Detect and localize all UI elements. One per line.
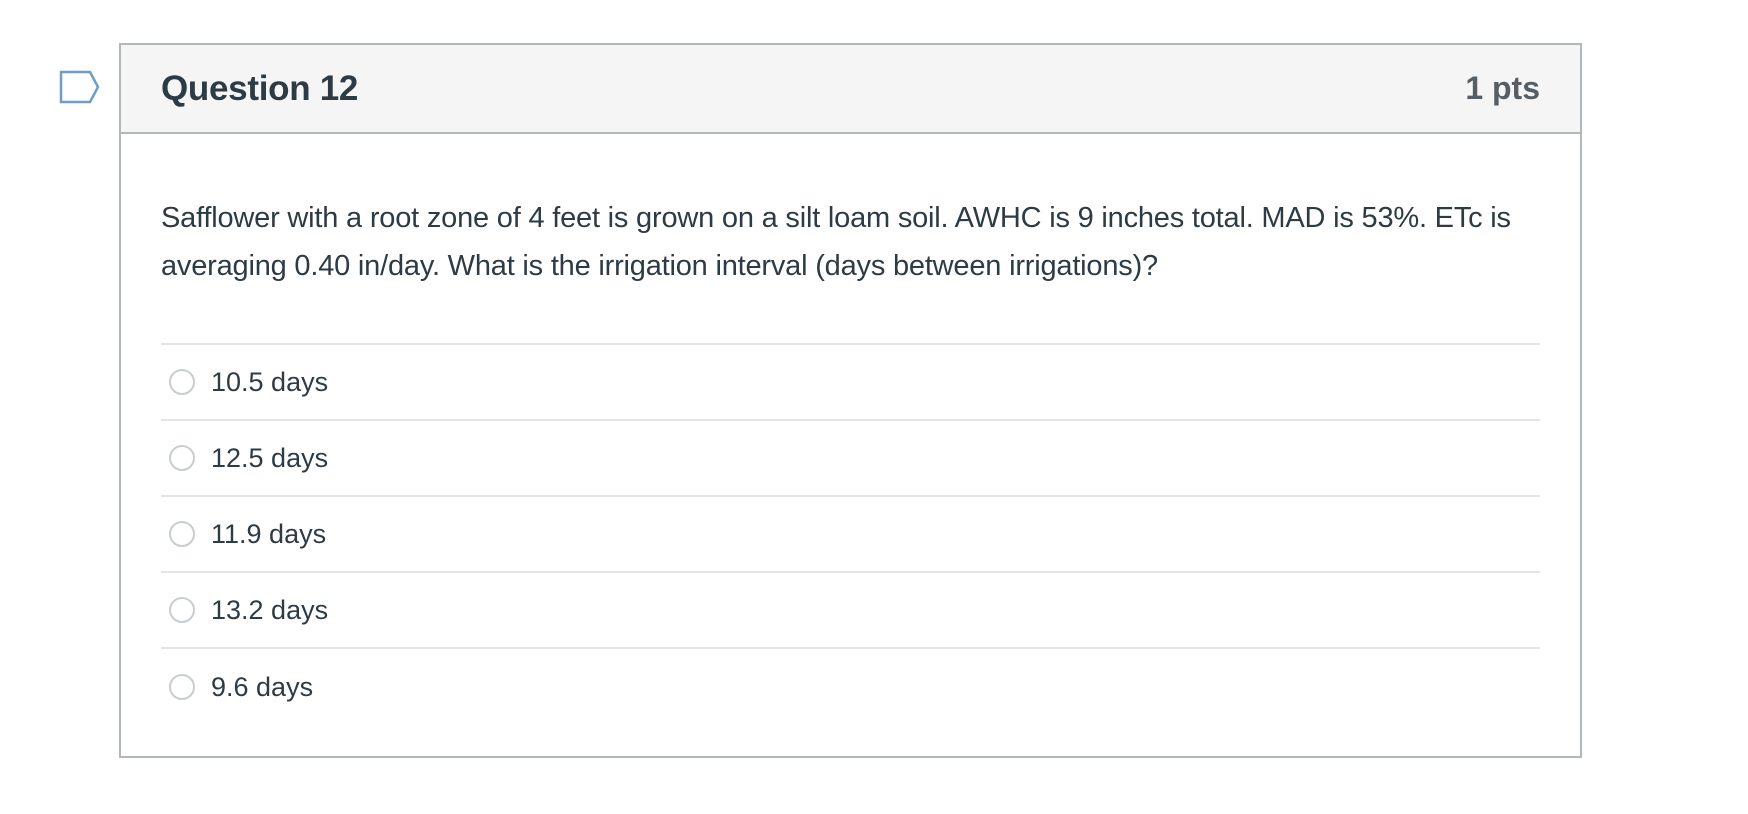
answer-label: 13.2 days [211, 594, 329, 625]
radio-button[interactable] [169, 369, 195, 395]
question-text: Safflower with a root zone of 4 feet is … [161, 202, 1511, 282]
question-title: Question 12 [161, 68, 359, 108]
answer-option[interactable]: 10.5 days [161, 345, 1540, 421]
answer-option[interactable]: 11.9 days [161, 497, 1540, 573]
answer-option[interactable]: 12.5 days [161, 421, 1540, 497]
radio-button[interactable] [169, 597, 195, 623]
answer-label: 10.5 days [211, 366, 329, 397]
question-body: Safflower with a root zone of 4 feet is … [121, 134, 1580, 725]
radio-button[interactable] [169, 674, 195, 700]
question-points: 1 pts [1465, 70, 1540, 106]
answer-list: 10.5 days 12.5 days 11.9 days 13.2 days … [161, 343, 1540, 725]
question-card: Question 12 1 pts Safflower with a root … [119, 43, 1582, 758]
answer-label: 12.5 days [211, 442, 329, 473]
answer-label: 9.6 days [211, 671, 314, 702]
flag-question-icon[interactable] [59, 70, 101, 104]
question-header: Question 12 1 pts [121, 45, 1580, 134]
answer-option[interactable]: 13.2 days [161, 573, 1540, 649]
radio-button[interactable] [169, 445, 195, 471]
answer-option[interactable]: 9.6 days [161, 649, 1540, 725]
radio-button[interactable] [169, 521, 195, 547]
answer-label: 11.9 days [211, 518, 327, 549]
